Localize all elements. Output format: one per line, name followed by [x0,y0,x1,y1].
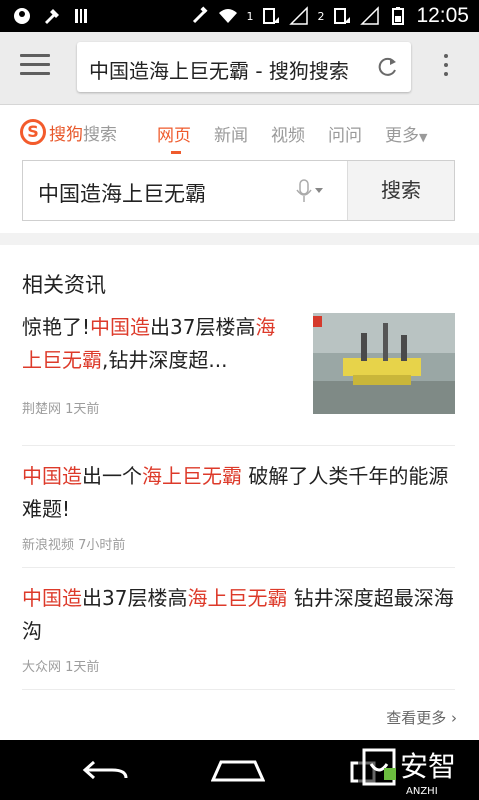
search-category-tabs: 网页 新闻 视频 问问 更多▼ [157,121,427,154]
tab-wenwen[interactable]: 问问 [328,121,362,146]
divider [22,689,455,690]
title-highlight: 中国造 [22,464,82,488]
tab-news[interactable]: 新闻 [214,121,248,146]
tab-video[interactable]: 视频 [271,121,305,146]
news-thumbnail-image[interactable] [313,313,455,414]
back-icon[interactable] [82,758,130,784]
tab-web[interactable]: 网页 [157,121,191,154]
url-bar[interactable]: 中国造海上巨无霸 - 搜狗搜索 [77,42,411,92]
news-source: 大众网 [22,660,62,675]
signal-icon [360,6,380,25]
title-text: 惊艳了! [22,315,91,339]
title-highlight: 海上巨无霸 [142,464,242,488]
news-title[interactable]: 惊艳了!中国造出37层楼高海上巨无霸,钻井深度超... [22,311,292,377]
news-title[interactable]: 中国造出一个海上巨无霸 破解了人类千年的能源难题! [22,460,455,526]
microphone-icon[interactable] [293,178,327,204]
news-source: 荆楚网 [22,402,62,417]
title-text: 出37层楼高 [150,315,256,339]
news-title[interactable]: 中国造出37层楼高海上巨无霸 钻井深度超最深海沟 [22,582,455,648]
tab-more-label: 更多 [385,126,419,146]
news-item[interactable]: 中国造出一个海上巨无霸 破解了人类千年的能源难题! 新浪视频 7小时前 [22,460,455,553]
browser-toolbar: 中国造海上巨无霸 - 搜狗搜索 [0,32,479,105]
section-title: 相关资讯 [22,273,106,297]
search-input[interactable]: 中国造海上巨无霸 [38,178,206,208]
title-text: ,钻井深度超... [102,348,228,372]
news-item[interactable]: 惊艳了!中国造出37层楼高海上巨无霸,钻井深度超... 荆楚网 1天前 [22,311,292,417]
battery-icon [392,7,405,25]
menu-icon[interactable] [20,54,50,82]
barcode-icon [75,9,87,23]
tools-icon [45,9,59,24]
divider [22,567,455,568]
sim2-signal-icon [334,8,351,24]
sim1-label: 1 [246,9,254,23]
view-more-label: 查看更多 [386,709,447,727]
news-meta: 大众网 1天前 [22,656,455,675]
divider [22,445,455,446]
svg-text:ANZHI: ANZHI [406,786,438,797]
signal-icon [289,6,309,25]
status-bar: 1 2 12:05 [0,0,479,32]
logo-brand: 搜狗 [49,124,83,145]
news-meta: 新浪视频 7小时前 [22,534,455,553]
section-divider [0,233,479,245]
news-meta: 荆楚网 1天前 [22,398,292,417]
clock: 12:05 [416,4,469,27]
title-highlight: 中国造 [90,315,151,339]
sogou-logo[interactable]: S 搜狗 搜索 [20,119,117,145]
title-text: 出一个 [82,464,142,488]
news-time: 1天前 [65,402,100,417]
anzhi-watermark-logo: 安智 ANZHI [358,742,479,800]
chevron-right-icon: › [451,709,457,727]
overflow-icon[interactable] [440,54,452,84]
related-news: 相关资讯 惊艳了!中国造出37层楼高海上巨无霸,钻井深度超... 荆楚网 1天前… [0,245,479,740]
svg-text:安智: 安智 [400,750,456,783]
search-box: 中国造海上巨无霸 搜索 [22,160,455,221]
sim2-label: 2 [317,9,325,23]
notification-icon [14,8,30,24]
title-highlight: 中国造 [22,586,82,610]
sim1-signal-icon [263,8,280,24]
home-icon[interactable] [211,758,265,784]
url-text: 中国造海上巨无霸 - 搜狗搜索 [89,59,349,83]
search-button[interactable]: 搜索 [347,161,454,220]
chevron-down-icon: ▼ [419,131,428,144]
logo-suffix: 搜索 [83,124,117,145]
news-source: 新浪视频 [22,538,75,553]
title-text: 出37层楼高 [82,586,188,610]
reload-icon[interactable] [377,56,399,78]
sogou-header: S 搜狗 搜索 网页 新闻 视频 问问 更多▼ 中国造海上巨无霸 搜索 [0,105,479,245]
view-more-link[interactable]: 查看更多 › [386,707,457,728]
news-time: 7小时前 [78,538,126,553]
news-time: 1天前 [65,660,100,675]
tab-more[interactable]: 更多▼ [385,121,427,146]
news-item[interactable]: 中国造出37层楼高海上巨无霸 钻井深度超最深海沟 大众网 1天前 [22,582,455,675]
title-highlight: 海上巨无霸 [187,586,288,610]
sogou-logo-icon: S [20,119,46,145]
wifi-icon [219,9,238,23]
satellite-icon [193,6,208,24]
